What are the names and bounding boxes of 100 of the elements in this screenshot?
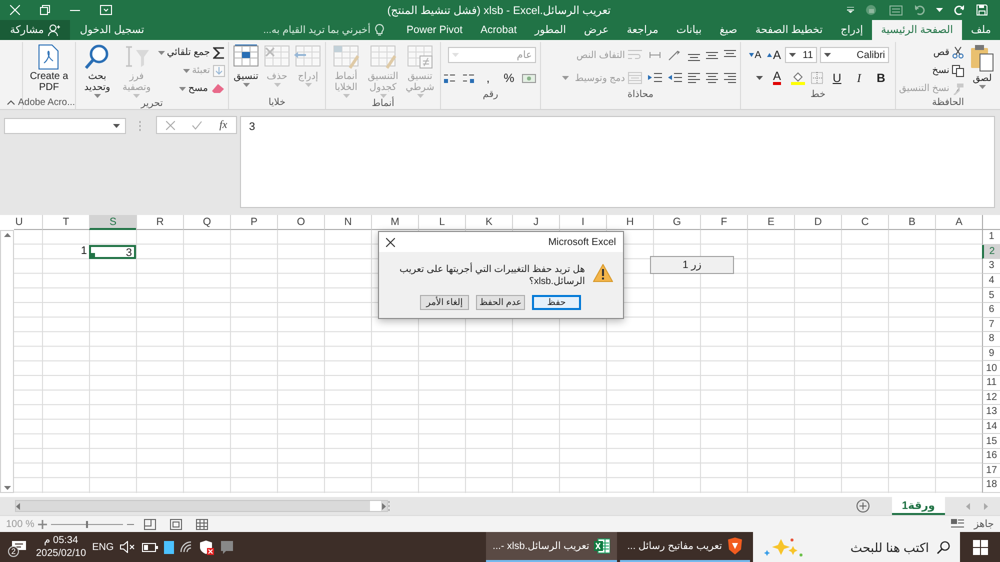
caret-icon[interactable]	[158, 50, 165, 54]
form-icon[interactable]	[889, 4, 903, 16]
scroll-left-icon[interactable]	[16, 502, 20, 510]
column-header[interactable]: S	[89, 215, 136, 230]
wifi-icon[interactable]	[180, 541, 194, 553]
add-sheet-icon[interactable]	[856, 499, 870, 513]
paste-button[interactable]: لصق	[967, 42, 997, 89]
column-header[interactable]: U	[14, 215, 42, 230]
normal-view-icon[interactable]	[196, 518, 208, 530]
caret-icon[interactable]	[824, 53, 832, 57]
grow-font-button[interactable]: A	[766, 46, 782, 64]
column-header[interactable]: I	[559, 215, 606, 230]
row-header[interactable]: 9	[982, 346, 1000, 362]
row-header[interactable]: 14	[982, 420, 1000, 434]
decrease-decimal-icon[interactable]	[442, 72, 456, 84]
autosum-button[interactable]: جمع تلقائي	[166, 44, 225, 61]
person-icon[interactable]	[48, 24, 60, 36]
caret-icon[interactable]	[179, 86, 186, 90]
column-header[interactable]: M	[371, 215, 418, 230]
clear-button[interactable]: مسح	[188, 80, 225, 97]
row-header[interactable]: 18	[982, 478, 1000, 493]
caret-icon[interactable]	[94, 94, 101, 98]
sheet-tab[interactable]: ورقة1	[892, 497, 945, 515]
column-header[interactable]: G	[653, 215, 700, 230]
borders-icon[interactable]	[811, 72, 823, 84]
indent-decrease-icon[interactable]	[668, 72, 682, 84]
orientation-icon[interactable]	[668, 49, 682, 61]
ribbon-tab[interactable]: تخطيط الصفحة	[746, 20, 832, 40]
scroll-up-icon[interactable]	[4, 233, 10, 237]
row-header[interactable]: 13	[982, 405, 1000, 420]
ribbon-tab[interactable]: المطور	[526, 20, 576, 40]
column-header[interactable]: N	[324, 215, 371, 230]
row-header[interactable]: 11	[982, 376, 1000, 391]
sign-in-link[interactable]: تسجيل الدخول	[70, 20, 154, 40]
italic-button[interactable]: I	[851, 69, 867, 87]
ribbon-tab[interactable]: الصفحة الرئيسية	[872, 20, 962, 40]
spreadsheet-icon[interactable]	[594, 538, 610, 554]
customize-icon[interactable]	[847, 7, 854, 13]
column-header[interactable]: R	[136, 215, 183, 230]
redo-icon[interactable]	[954, 5, 965, 15]
cut-button[interactable]: قص	[899, 44, 964, 61]
align-left-icon[interactable]	[688, 72, 700, 84]
table-cell[interactable]: 3	[89, 244, 136, 260]
eraser-icon[interactable]	[211, 83, 225, 94]
speaker-muted-icon[interactable]	[120, 541, 136, 553]
security-icon[interactable]	[200, 540, 214, 554]
ribbon-tab[interactable]: بيانات	[667, 20, 711, 40]
ribbon-tab[interactable]: عرض	[575, 20, 618, 40]
scroll-thumb[interactable]	[370, 501, 381, 511]
column-header[interactable]: P	[230, 215, 277, 230]
dialog-button[interactable]: إلغاء الأمر	[420, 295, 469, 310]
font-name-field[interactable]: Calibri	[820, 47, 889, 63]
row-header[interactable]: 12	[982, 390, 1000, 406]
format-button[interactable]: تنسيق	[232, 42, 260, 87]
align-center-icon[interactable]	[706, 72, 718, 84]
zoom-in-icon[interactable]	[38, 520, 48, 528]
ribbon-tab[interactable]: Power Pivot	[398, 20, 472, 40]
notifications-button[interactable]: 2	[8, 537, 30, 557]
caret-icon[interactable]	[978, 85, 986, 89]
row-header[interactable]: 6	[982, 302, 1000, 318]
search-icon[interactable]	[937, 540, 950, 554]
create-pdf-button[interactable]: Create a PDF	[26, 42, 72, 93]
column-header[interactable]: F	[700, 215, 747, 230]
share-button[interactable]: مشاركة	[0, 20, 70, 40]
ribbon-tab[interactable]: مراجعة	[618, 20, 668, 40]
collapse-ribbon-icon[interactable]	[7, 100, 15, 105]
increase-decimal-icon[interactable]	[461, 72, 475, 84]
row-header[interactable]: 16	[982, 448, 1000, 464]
column-header[interactable]: J	[512, 215, 559, 230]
font-color-button[interactable]: A	[769, 69, 785, 87]
zoom-thumb[interactable]	[86, 520, 88, 528]
column-header[interactable]: Q	[183, 215, 230, 230]
column-header[interactable]: K	[465, 215, 512, 230]
form-button[interactable]: زر 1	[650, 256, 734, 274]
close-icon[interactable]	[386, 238, 395, 246]
column-header[interactable]: L	[418, 215, 465, 230]
taskbar-app[interactable]: تعريب الرسائل.xlsb -...	[486, 532, 618, 562]
row-header[interactable]: 3	[982, 259, 1000, 274]
caret-icon[interactable]	[756, 76, 763, 80]
align-right-icon[interactable]	[724, 72, 736, 84]
copy-button[interactable]: نسخ	[899, 62, 964, 79]
row-header[interactable]: 15	[982, 434, 1000, 449]
column-header[interactable]: H	[606, 215, 653, 230]
row-header[interactable]: 10	[982, 361, 1000, 376]
insert-function-button[interactable]: fx	[219, 119, 228, 131]
row-header[interactable]: 2	[982, 244, 1000, 260]
pdf-icon[interactable]	[38, 44, 60, 70]
ribbon-tab[interactable]: Acrobat	[472, 20, 526, 40]
column-header[interactable]: D	[794, 215, 841, 230]
bold-button[interactable]: B	[873, 69, 889, 87]
row-header[interactable]: 5	[982, 288, 1000, 303]
down-arrow-icon[interactable]	[748, 53, 754, 57]
caret-icon[interactable]	[113, 124, 120, 128]
row-header[interactable]: 17	[982, 464, 1000, 478]
shrink-font-button[interactable]: A	[747, 46, 763, 64]
row-header[interactable]: 4	[982, 274, 1000, 288]
battery-icon[interactable]	[142, 542, 158, 552]
caret-icon[interactable]	[242, 83, 250, 87]
restore-icon[interactable]	[40, 5, 50, 15]
find-select-button[interactable]: بحث وتحديد	[79, 42, 116, 98]
